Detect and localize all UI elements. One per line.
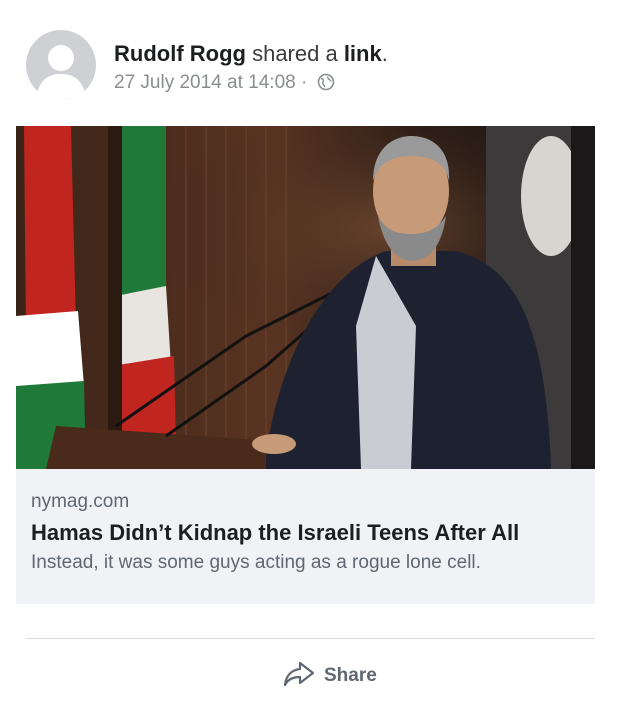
share-label: Share — [324, 665, 377, 686]
share-arrow-icon — [282, 660, 316, 693]
actions-divider — [26, 638, 595, 639]
post-timestamp[interactable]: 27 July 2014 at 14:08 — [114, 72, 296, 93]
globe-icon[interactable] — [317, 73, 335, 99]
link-headline[interactable]: Hamas Didn’t Kidnap the Israeli Teens Af… — [31, 518, 581, 548]
meta-separator: · — [295, 72, 313, 93]
link-domain: nymag.com — [31, 491, 130, 512]
action-end: . — [381, 41, 388, 66]
speaker-photo — [16, 126, 595, 469]
post-header: Rudolf Rogg shared a link. 27 July 2014 … — [26, 30, 586, 100]
action-text: shared a — [245, 41, 344, 66]
post-meta: Rudolf Rogg shared a link. 27 July 2014 … — [114, 40, 388, 99]
avatar[interactable] — [26, 30, 96, 100]
link-description: Instead, it was some guys acting as a ro… — [31, 552, 481, 573]
actor-line: Rudolf Rogg shared a link. — [114, 40, 388, 68]
post-subline: 27 July 2014 at 14:08 · — [114, 70, 388, 99]
action-object-link[interactable]: link — [344, 41, 382, 66]
actor-name[interactable]: Rudolf Rogg — [114, 41, 246, 66]
link-preview-image[interactable] — [16, 126, 595, 469]
default-profile-icon — [36, 45, 86, 100]
share-button[interactable]: Share — [282, 656, 377, 696]
link-text: nymag.com Hamas Didn’t Kidnap the Israel… — [31, 490, 581, 576]
link-preview-card[interactable]: nymag.com Hamas Didn’t Kidnap the Israel… — [16, 126, 595, 604]
